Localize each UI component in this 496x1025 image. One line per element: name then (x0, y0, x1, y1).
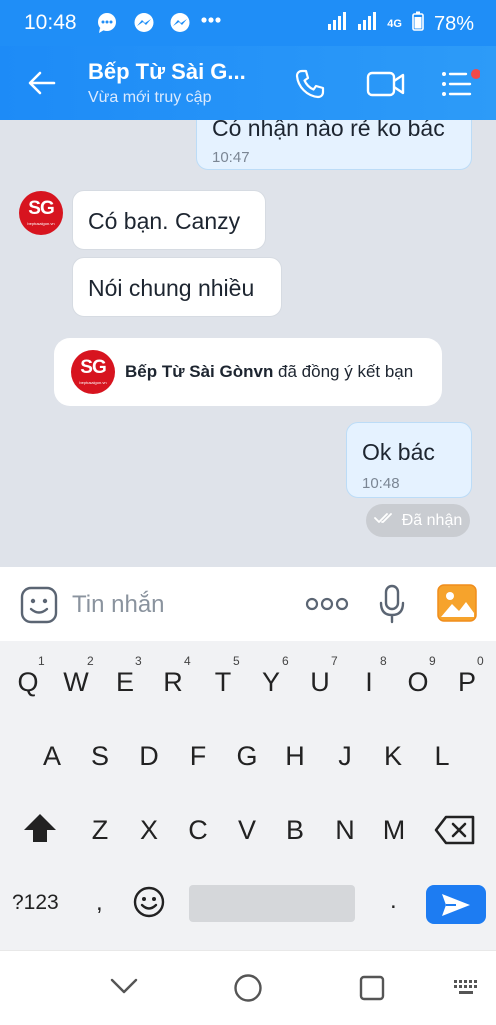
key-i-number: 8 (380, 654, 387, 668)
contact-name[interactable]: Bếp Từ Sài G... (88, 59, 246, 85)
avatar-initials: SG (28, 198, 54, 219)
key-y[interactable]: Y (253, 667, 289, 698)
network-type-label: 4G (387, 18, 402, 30)
chat-header: Bếp Từ Sài G... Vừa mới truy cập (0, 46, 496, 120)
double-check-icon (373, 511, 396, 530)
chat-notification-icon (96, 12, 118, 34)
key-x[interactable]: X (131, 815, 167, 846)
key-p[interactable]: P (449, 667, 485, 698)
delivery-status-text: Đã nhận (401, 511, 463, 529)
friend-name: Bếp Từ Sài Gònvn (125, 362, 274, 381)
backspace-icon[interactable] (434, 815, 476, 850)
key-k[interactable]: K (375, 741, 411, 772)
recent-apps-icon[interactable] (359, 975, 385, 1006)
cell-signal-icon (357, 11, 377, 37)
key-s[interactable]: S (82, 741, 118, 772)
key-o[interactable]: O (400, 667, 436, 698)
message-text: Nói chung nhiều (88, 275, 255, 301)
key-a[interactable]: A (34, 741, 70, 772)
image-gallery-icon[interactable] (437, 584, 477, 627)
message-text: Có bạn. Canzy (88, 208, 241, 234)
key-o-number: 9 (429, 654, 436, 668)
avatar-site-text: beptusaigon.vn (27, 221, 55, 226)
key-t[interactable]: T (205, 667, 241, 698)
key-b[interactable]: B (277, 815, 313, 846)
status-bar: 10:48 4G 78% (0, 0, 496, 46)
keyboard: Q 1 W 2 E 3 R 4 T 5 Y 6 U 7 I 8 O 9 P 0 … (0, 641, 496, 950)
key-q[interactable]: Q (10, 667, 46, 698)
contact-avatar[interactable]: SG beptusaigon.vn (19, 191, 63, 235)
more-options-icon[interactable] (305, 597, 349, 616)
key-i[interactable]: I (351, 667, 387, 698)
message-bubble-contact[interactable]: Có bạn. Canzy (72, 190, 266, 250)
message-bubble-contact[interactable]: Nói chung nhiều (72, 257, 282, 317)
home-button-icon[interactable] (233, 973, 263, 1008)
key-q-number: 1 (38, 654, 45, 668)
key-y-number: 6 (282, 654, 289, 668)
menu-icon[interactable] (440, 68, 481, 105)
keyboard-switch-icon[interactable] (453, 979, 479, 1002)
key-f[interactable]: F (180, 741, 216, 772)
symbols-key[interactable]: ?123 (12, 891, 59, 915)
message-input[interactable]: Tin nhắn (72, 591, 165, 619)
phone-call-icon[interactable] (294, 68, 326, 105)
avatar-site-text: beptusaigon.vn (79, 380, 107, 385)
delivery-status-badge: Đã nhận (366, 504, 470, 537)
sticker-icon[interactable] (20, 586, 58, 629)
key-h[interactable]: H (277, 741, 313, 772)
hide-keyboard-icon[interactable] (110, 977, 138, 1000)
more-notifications-icon (201, 14, 221, 26)
key-z[interactable]: Z (82, 815, 118, 846)
key-m[interactable]: M (376, 815, 412, 846)
key-t-number: 5 (233, 654, 240, 668)
message-time: 10:47 (212, 149, 250, 166)
key-u[interactable]: U (302, 667, 338, 698)
send-key[interactable] (426, 885, 486, 924)
battery-percent: 78% (433, 12, 474, 35)
battery-icon (412, 11, 424, 37)
avatar-initials: SG (80, 357, 106, 378)
wifi-signal-icon (327, 11, 347, 37)
key-n[interactable]: N (327, 815, 363, 846)
message-input-bar: Tin nhắn (0, 567, 496, 642)
key-c[interactable]: C (180, 815, 216, 846)
key-w-number: 2 (87, 654, 94, 668)
key-r[interactable]: R (155, 667, 191, 698)
video-call-icon[interactable] (366, 68, 406, 105)
message-text: Có nhận nào rẻ ko bác (212, 120, 445, 141)
key-w[interactable]: W (58, 667, 94, 698)
key-v[interactable]: V (229, 815, 265, 846)
key-g[interactable]: G (229, 741, 265, 772)
friend-accepted-label: đã đồng ý kết bạn (273, 362, 414, 381)
comma-key[interactable]: , (96, 889, 103, 917)
message-text: Ok bác (362, 439, 435, 465)
key-d[interactable]: D (131, 741, 167, 772)
back-arrow-icon[interactable] (26, 67, 58, 99)
period-key[interactable]: . (390, 887, 397, 915)
contact-status: Vừa mới truy cập (88, 89, 212, 106)
key-e-number: 3 (135, 654, 142, 668)
message-bubble-own[interactable]: Ok bác 10:48 (346, 422, 472, 498)
key-j[interactable]: J (327, 741, 363, 772)
message-bubble-own[interactable]: Có nhận nào rẻ ko bác 10:47 (196, 120, 472, 170)
messenger-notification-icon-2 (169, 12, 191, 34)
contact-avatar-small: SG beptusaigon.vn (71, 350, 115, 394)
friend-accepted-text: Bếp Từ Sài Gònvn đã đồng ý kết bạn (125, 362, 413, 382)
messenger-notification-icon (133, 12, 155, 34)
key-e[interactable]: E (107, 667, 143, 698)
status-time: 10:48 (24, 11, 77, 34)
emoji-icon[interactable] (133, 886, 165, 923)
system-nav-bar (0, 950, 496, 1025)
message-time: 10:48 (362, 475, 400, 492)
chat-area[interactable]: Có nhận nào rẻ ko bác 10:47 SG beptusaig… (0, 120, 496, 567)
key-u-number: 7 (331, 654, 338, 668)
key-r-number: 4 (184, 654, 191, 668)
friend-accepted-notice: SG beptusaigon.vn Bếp Từ Sài Gònvn đã đồ… (54, 338, 442, 406)
space-bar[interactable] (189, 885, 355, 922)
key-p-number: 0 (477, 654, 484, 668)
microphone-icon[interactable] (378, 584, 406, 629)
shift-icon[interactable] (22, 812, 58, 849)
key-l[interactable]: L (424, 741, 460, 772)
